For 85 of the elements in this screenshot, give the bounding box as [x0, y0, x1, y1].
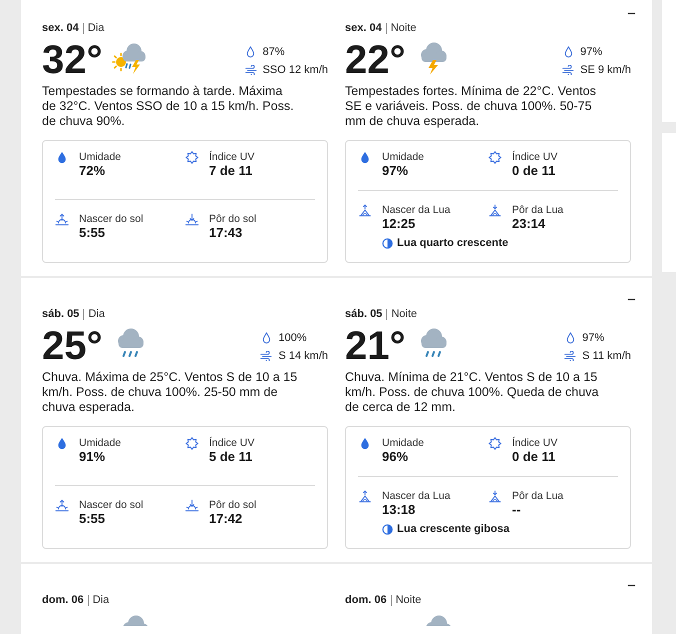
- detail-label: Índice UV: [209, 151, 255, 163]
- precipitation-value: 97%: [580, 45, 604, 59]
- detail-value: 91%: [79, 449, 106, 465]
- detail-label: Nascer do sol: [79, 213, 144, 225]
- precipitation-value: 97%: [582, 331, 606, 345]
- forecast-description: Chuva. Máxima de 25°C. Ventos S de 10 a 15 km/h. Poss. de chuva 100%. 25-50 mm de chuva esperada.: [42, 370, 298, 415]
- detail-value: 96%: [382, 449, 410, 465]
- temperature: 22°: [345, 40, 406, 80]
- detail-value: 7 de 11: [209, 163, 254, 179]
- sunrise-icon: [55, 499, 69, 512]
- detail-label: Umidade: [79, 151, 122, 163]
- precipitation-value: 100%: [278, 331, 308, 345]
- period-label: Noite: [391, 307, 417, 321]
- moon-phase-label: Lua quarto crescente: [397, 236, 508, 250]
- detail-label: Índice UV: [512, 151, 558, 163]
- wind-icon: [564, 351, 576, 361]
- detail-label: Umidade: [382, 151, 424, 163]
- wind-icon: [260, 351, 272, 361]
- period-label: Dia: [88, 21, 104, 35]
- date-label: sáb. 05: [345, 307, 382, 321]
- detail-label: Nascer do sol: [79, 499, 144, 511]
- sun-icon: [185, 151, 199, 164]
- forecast-description: Tempestades se formando à tarde. Máxima de 32°C. Ventos SSO de 10 a 15 km/h. Poss. de chuva 90%.: [42, 84, 295, 129]
- sun-icon: [185, 437, 199, 450]
- detail-label: Pôr da Lua: [512, 204, 564, 216]
- wind-value: SSO 12 km/h: [262, 63, 328, 77]
- detail-value: 17:43: [209, 225, 244, 241]
- sunset-icon: [185, 499, 199, 512]
- period-label: Dia: [92, 593, 110, 607]
- sun-icon: [488, 437, 502, 450]
- drop-icon: [566, 332, 575, 344]
- detail-value: 23:14: [512, 216, 546, 232]
- date-label: sex. 04: [42, 21, 79, 35]
- forecast-description: Tempestades fortes. Mínima de 22°C. Ventos SE e variáveis. Poss. de chuva 100%. 50-75 mm de chuva esperada.: [345, 84, 597, 129]
- detail-value: 5:55: [79, 511, 106, 527]
- detail-label: Umidade: [382, 437, 424, 449]
- period-label: Noite: [390, 21, 416, 35]
- detail-label: Nascer da Lua: [382, 204, 450, 216]
- detail-label: Pôr do sol: [209, 213, 256, 225]
- wind-value: S 11 km/h: [582, 349, 631, 363]
- detail-value: 17:42: [209, 511, 244, 527]
- detail-value: 0 de 11: [512, 163, 556, 179]
- temperature: 21°: [345, 326, 406, 366]
- sunrise-icon: [55, 213, 69, 226]
- wind-value: S 14 km/h: [278, 349, 328, 363]
- detail-value: 12:25: [382, 216, 416, 232]
- detail-value: --: [512, 502, 522, 518]
- forecast-description: Chuva. Mínima de 21°C. Ventos S de 10 a 15 km/h. Poss. de chuva 100%. Queda de chuva de cerca de 12 mm.: [345, 370, 600, 415]
- detail-value: 72%: [79, 163, 106, 179]
- moonrise-icon: [358, 490, 372, 503]
- half-moon-icon: [382, 524, 393, 534]
- temperature: 25°: [42, 326, 102, 366]
- detail-label: Pôr do sol: [209, 499, 256, 511]
- moonset-icon: [488, 204, 502, 217]
- moonrise-icon: [358, 204, 372, 217]
- detail-value: 13:18: [382, 502, 416, 518]
- date-label: dom. 06: [345, 593, 387, 607]
- wind-value: SE 9 km/h: [580, 63, 631, 77]
- detail-label: Índice UV: [209, 437, 255, 449]
- detail-label: Pôr da Lua: [512, 490, 564, 502]
- detail-value: 5:55: [79, 225, 106, 241]
- detail-value: 97%: [382, 163, 410, 179]
- temperature: 32°: [42, 40, 102, 80]
- detail-label: Nascer da Lua: [382, 490, 450, 502]
- precipitation-value: 87%: [262, 45, 286, 59]
- detail-value: 0 de 11: [512, 449, 556, 465]
- period-label: Dia: [88, 307, 105, 321]
- detail-value: 5 de 11: [209, 449, 254, 465]
- drop-icon: [262, 332, 271, 344]
- date-label: sáb. 05: [42, 307, 80, 321]
- sunset-icon: [185, 213, 199, 226]
- moon-phase-label: Lua crescente gibosa: [397, 522, 510, 536]
- half-moon-icon: [382, 238, 393, 248]
- drop-icon: [564, 46, 573, 58]
- drop-icon: [246, 46, 256, 58]
- sun-icon: [488, 151, 502, 164]
- date-label: sex. 04: [345, 21, 382, 35]
- detail-label: Índice UV: [512, 437, 558, 449]
- wind-icon: [562, 65, 574, 75]
- period-label: Noite: [396, 593, 422, 607]
- detail-label: Umidade: [79, 437, 122, 449]
- wind-icon: [244, 65, 257, 75]
- date-label: dom. 06: [42, 593, 84, 607]
- sun-cloud-lightning-icon: [112, 41, 148, 75]
- moonset-icon: [488, 490, 502, 503]
